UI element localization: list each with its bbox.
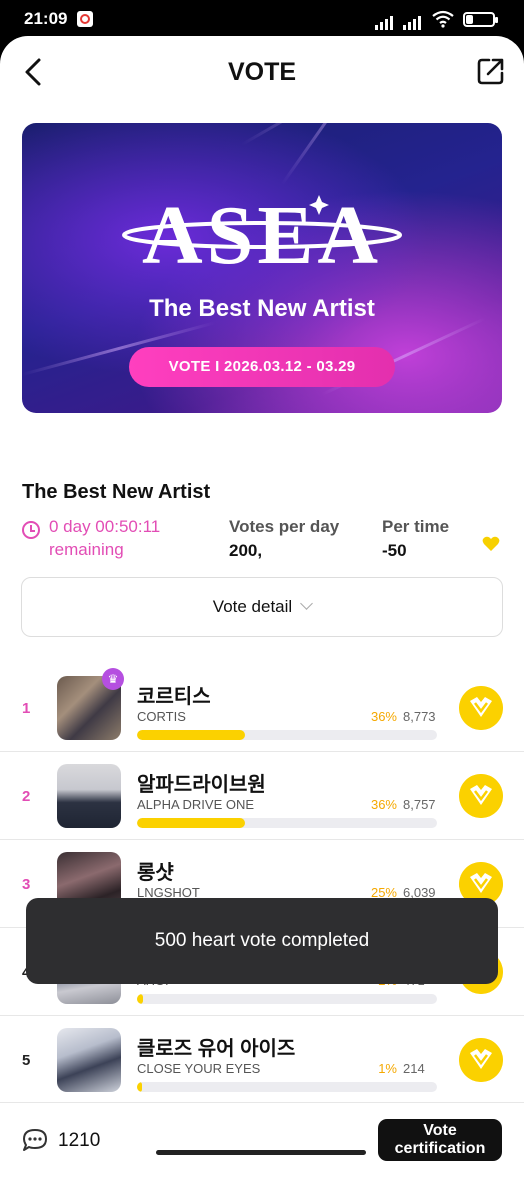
status-bar: 21:09 25 — [0, 0, 524, 38]
candidate-vote-count: 8,757 — [403, 797, 436, 812]
candidate-percent: 1% — [378, 1061, 397, 1076]
votes-per-day-label: Votes per day — [229, 517, 340, 536]
candidate-name-english: ALPHA DRIVE ONE — [137, 797, 255, 812]
banner-subtitle: The Best New Artist — [149, 295, 375, 322]
candidate-rank: 2 — [22, 788, 31, 805]
clock-icon — [22, 521, 40, 539]
candidate-name-korean: 알파드라이브원 — [137, 774, 266, 796]
candidate-progress-fill — [137, 1082, 142, 1092]
comment-count[interactable]: 1210 — [58, 1130, 100, 1152]
candidate-percent: 36% — [370, 797, 397, 812]
candidate-progress-bar — [137, 1082, 437, 1092]
battery-level: 25 — [473, 14, 485, 25]
vote-title: The Best New Artist — [22, 481, 211, 503]
page-title: VOTE — [227, 58, 297, 86]
vote-certification-button[interactable]: Vote certification — [378, 1119, 502, 1161]
event-banner[interactable]: ASEA The Best New Artist VOTE I 2026.03.… — [22, 123, 502, 413]
asea-logo-text: ASEA — [142, 189, 382, 275]
top-app-bar: VOTE — [0, 36, 524, 108]
signal-icon — [375, 12, 395, 30]
candidate-name-english: CLOSE YOUR EYES — [137, 1061, 261, 1076]
candidate-progress-bar — [137, 730, 437, 740]
vote-button[interactable] — [459, 686, 503, 730]
candidate-progress-bar — [137, 818, 437, 828]
candidate-progress-fill — [137, 730, 245, 740]
vote-detail-button[interactable]: Vote detail — [21, 577, 503, 637]
home-indicator — [156, 1150, 366, 1155]
candidate-name-korean: 클로즈 유어 아이즈 — [137, 1038, 296, 1060]
share-icon[interactable] — [476, 56, 506, 86]
vote-screen: VOTE ASEA The Best New Artist VOTE I 202… — [0, 36, 524, 1200]
votes-per-day-value: 200, — [229, 541, 263, 560]
candidate-row[interactable]: 1 ♛ 코르티스 CORTIS 36% 8,773 — [0, 664, 524, 752]
candidate-percent: 36% — [370, 709, 397, 724]
candidate-progress-fill — [137, 818, 245, 828]
candidate-photo — [57, 1028, 121, 1092]
candidate-rank: 3 — [22, 876, 31, 893]
crown-icon: ♛ — [102, 668, 124, 690]
heart-icon — [482, 536, 500, 551]
vote-button[interactable] — [459, 1038, 503, 1082]
candidate-list: 1 ♛ 코르티스 CORTIS 36% 8,773 2 알파드라이브원 ALPH… — [0, 664, 524, 1104]
vote-period-badge: VOTE I 2026.03.12 - 03.29 — [129, 347, 395, 387]
wifi-icon — [432, 10, 454, 28]
remaining-time: 0 day 00:50:11 remaining — [49, 517, 161, 559]
battery-icon: 25 — [463, 12, 498, 27]
vote-detail-label: Vote detail — [212, 597, 293, 616]
candidate-progress-bar — [137, 994, 437, 1004]
candidate-photo — [57, 764, 121, 828]
notification-icon — [77, 11, 93, 27]
per-time: Per time -50 — [382, 515, 449, 563]
per-time-value: -50 — [382, 541, 407, 560]
candidate-name-korean: 롱샷 — [137, 862, 174, 884]
candidate-name-korean: 코르티스 — [137, 686, 211, 708]
status-time: 21:09 — [24, 9, 68, 28]
vote-button[interactable] — [459, 774, 503, 818]
candidate-row[interactable]: 5 클로즈 유어 아이즈 CLOSE YOUR EYES 1% 214 — [0, 1016, 524, 1104]
toast-message: 500 heart vote completed — [26, 898, 498, 984]
vote-info-row: 0 day 00:50:11 remaining Votes per day 2… — [22, 515, 502, 565]
candidate-vote-count: 8,773 — [403, 709, 436, 724]
candidate-rank: 5 — [22, 1052, 31, 1069]
candidate-progress-fill — [137, 994, 143, 1004]
chevron-down-icon — [300, 597, 314, 610]
asea-logo: ASEA — [122, 189, 402, 275]
comment-icon[interactable] — [22, 1128, 48, 1152]
votes-per-day: Votes per day 200, — [229, 515, 339, 563]
per-time-label: Per time — [382, 517, 450, 536]
candidate-vote-count: 214 — [403, 1061, 425, 1076]
candidate-name-english: CORTIS — [137, 709, 186, 724]
candidate-rank: 1 — [22, 700, 31, 717]
candidate-row[interactable]: 2 알파드라이브원 ALPHA DRIVE ONE 36% 8,757 — [0, 752, 524, 840]
signal-icon-2 — [403, 12, 423, 30]
